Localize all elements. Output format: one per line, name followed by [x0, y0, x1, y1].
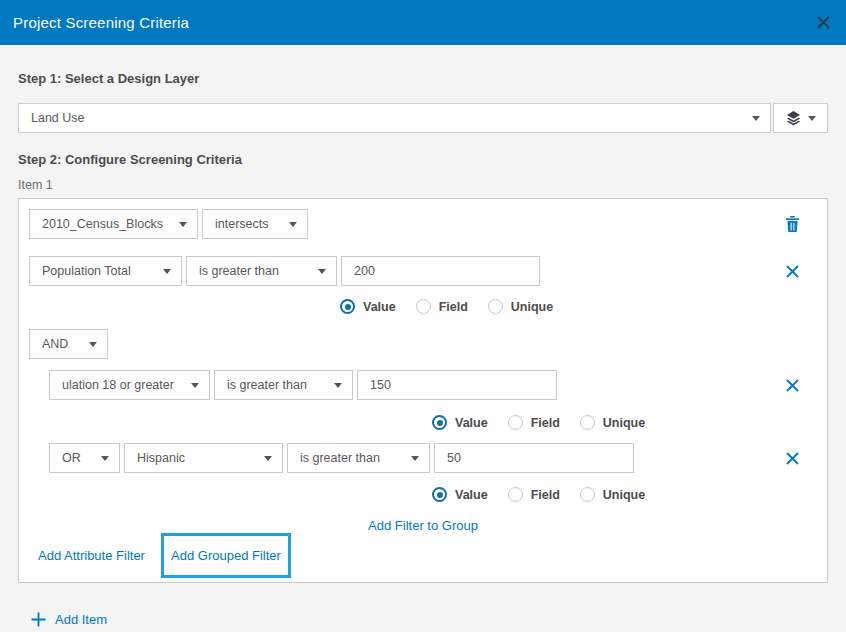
chevron-down-icon: [179, 222, 187, 227]
chevron-down-icon: [89, 342, 97, 347]
item-1-panel: 2010_Census_Blocks intersects Popu: [18, 198, 828, 583]
add-item-label: Add Item: [55, 612, 107, 627]
filter2-operator-select[interactable]: is greater than: [214, 370, 353, 400]
remove-filter2-button[interactable]: [786, 379, 799, 392]
filter2-mode-radios: Value Field Unique: [432, 415, 817, 430]
connector-or-select[interactable]: OR: [49, 443, 120, 473]
design-layer-value: Land Use: [31, 111, 744, 125]
plus-icon: [31, 612, 46, 627]
design-layer-select[interactable]: Land Use: [18, 103, 771, 133]
close-icon: [786, 379, 799, 392]
filter3-value-input[interactable]: [434, 443, 634, 473]
add-grouped-filter-link[interactable]: Add Grouped Filter: [171, 548, 281, 563]
filter2-value-input[interactable]: [357, 370, 557, 400]
chevron-down-icon: [191, 383, 199, 388]
design-layer-row: Land Use: [18, 103, 828, 133]
radio-icon: [508, 487, 523, 502]
filter2-field-select[interactable]: ulation 18 or greater: [49, 370, 210, 400]
radio-selected-icon: [432, 487, 447, 502]
chevron-down-icon: [101, 456, 109, 461]
geometry-filter-row: 2010_Census_Blocks intersects: [29, 209, 817, 239]
radio-value[interactable]: Value: [432, 487, 488, 502]
radio-field[interactable]: Field: [508, 415, 560, 430]
radio-icon: [508, 415, 523, 430]
add-item-button[interactable]: Add Item: [31, 612, 828, 627]
filter1-mode-radios: Value Field Unique: [340, 299, 817, 314]
chevron-down-icon: [289, 222, 297, 227]
trash-icon: [786, 216, 799, 232]
chevron-down-icon: [264, 456, 272, 461]
connector-and-select[interactable]: AND: [29, 329, 108, 359]
radio-icon: [488, 299, 503, 314]
connector-row: AND: [29, 329, 817, 359]
radio-field[interactable]: Field: [416, 299, 468, 314]
geometry-operator-select[interactable]: intersects: [202, 209, 308, 239]
chevron-down-icon: [808, 116, 816, 121]
radio-value[interactable]: Value: [432, 415, 488, 430]
filter3-field-select[interactable]: Hispanic: [124, 443, 283, 473]
geometry-layer-select[interactable]: 2010_Census_Blocks: [29, 209, 198, 239]
chevron-down-icon: [752, 116, 760, 121]
item-1-label: Item 1: [18, 178, 828, 192]
layers-icon: [786, 110, 801, 126]
dialog-header: Project Screening Criteria: [0, 0, 846, 45]
dialog-title: Project Screening Criteria: [13, 14, 189, 31]
chevron-down-icon: [318, 269, 326, 274]
add-attribute-filter-link[interactable]: Add Attribute Filter: [38, 548, 145, 563]
radio-icon: [580, 487, 595, 502]
filter3-mode-radios: Value Field Unique: [432, 487, 817, 502]
filter1-field-select[interactable]: Population Total: [29, 256, 182, 286]
attribute-filter-row-1: Population Total is greater than: [29, 256, 817, 286]
chevron-down-icon: [163, 269, 171, 274]
close-icon[interactable]: [817, 16, 830, 29]
radio-icon: [416, 299, 431, 314]
chevron-down-icon: [411, 456, 419, 461]
radio-icon: [580, 415, 595, 430]
radio-selected-icon: [340, 299, 355, 314]
layer-options-button[interactable]: [773, 103, 828, 133]
radio-selected-icon: [432, 415, 447, 430]
add-grouped-filter-highlight: Add Grouped Filter: [161, 533, 291, 578]
add-filter-to-group-link[interactable]: Add Filter to Group: [368, 518, 478, 533]
delete-item-button[interactable]: [786, 216, 799, 232]
radio-unique[interactable]: Unique: [580, 487, 645, 502]
filter1-value-input[interactable]: [341, 256, 540, 286]
remove-filter1-button[interactable]: [786, 265, 799, 278]
filter3-operator-select[interactable]: is greater than: [287, 443, 430, 473]
attribute-filter-row-3: OR Hispanic is greater than: [29, 443, 817, 473]
radio-value[interactable]: Value: [340, 299, 396, 314]
attribute-filter-row-2: ulation 18 or greater is greater than: [29, 370, 817, 400]
radio-unique[interactable]: Unique: [488, 299, 553, 314]
radio-unique[interactable]: Unique: [580, 415, 645, 430]
step2-label: Step 2: Configure Screening Criteria: [18, 152, 828, 167]
add-filter-to-group-row: Add Filter to Group: [29, 516, 817, 531]
filter-actions-row: Add Attribute Filter Add Grouped Filter: [29, 533, 817, 578]
chevron-down-icon: [334, 383, 342, 388]
radio-field[interactable]: Field: [508, 487, 560, 502]
close-icon: [786, 265, 799, 278]
filter1-operator-select[interactable]: is greater than: [186, 256, 337, 286]
step1-label: Step 1: Select a Design Layer: [18, 71, 828, 86]
remove-filter3-button[interactable]: [786, 452, 799, 465]
close-icon: [786, 452, 799, 465]
